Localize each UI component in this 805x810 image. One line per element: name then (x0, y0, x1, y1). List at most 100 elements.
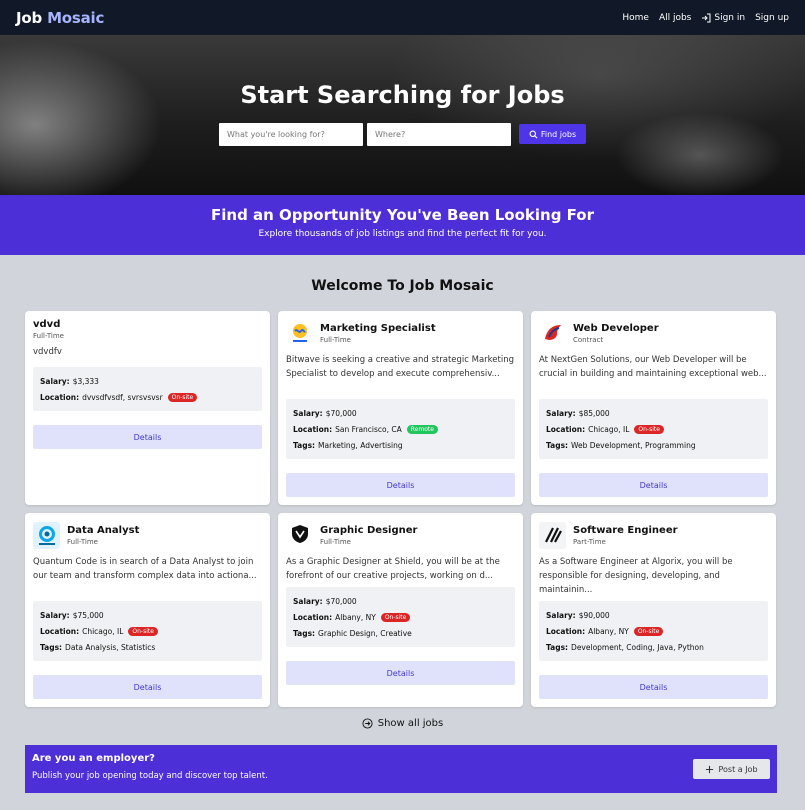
details-button[interactable]: Details (539, 473, 768, 497)
salary-label: Salary: (293, 408, 323, 418)
job-info-box: Salary: $3,333 Location: dvvsdfvsdf, svrsv… (33, 367, 262, 411)
show-all-jobs-link[interactable]: Show all jobs (0, 718, 805, 729)
nav-sign-up-link[interactable]: Sign up (755, 13, 789, 23)
job-description: As a Graphic Designer at Shield, you wil… (286, 557, 500, 581)
location-value: Chicago, IL (588, 424, 630, 434)
job-title: vdvd (33, 319, 61, 330)
location-value: Chicago, IL (82, 626, 124, 636)
find-jobs-button[interactable]: Find jobs (519, 124, 586, 144)
job-info-box: Salary: $90,000 Location: Albany, NY On-sit… (539, 601, 768, 661)
salary-label: Salary: (293, 596, 323, 606)
what-search-input[interactable] (219, 123, 363, 146)
job-card: Software Engineer Part-Time As a Softwar… (531, 513, 776, 707)
post-job-label: Post a Job (718, 764, 758, 774)
hero-section: Start Searching for Jobs Find jobs (0, 35, 805, 195)
where-search-input[interactable] (367, 123, 511, 146)
work-mode-badge: On-site (634, 424, 664, 434)
details-button[interactable]: Details (286, 473, 515, 497)
tags-value: Web Development, Programming (571, 440, 696, 450)
job-description: At NextGen Solutions, our Web Developer … (539, 355, 767, 379)
banner-subtitle: Explore thousands of job listings and fi… (258, 229, 547, 239)
details-button[interactable]: Details (33, 425, 262, 449)
tags-value: Data Analysis, Statistics (65, 642, 156, 652)
nav-home-link[interactable]: Home (622, 13, 649, 23)
work-mode-badge: Remote (406, 424, 438, 434)
location-label: Location: (293, 424, 333, 434)
job-description: Quantum Code is in search of a Data Anal… (33, 557, 257, 581)
salary-value: $70,000 (325, 596, 357, 606)
job-card: Data Analyst Full-Time Quantum Code is i… (25, 513, 270, 707)
location-value: dvvsdfvsdf, svrsvsvsr (82, 392, 163, 402)
salary-value: $85,000 (578, 408, 610, 418)
job-info-box: Salary: $70,000 Location: Albany, NY On-sit… (286, 587, 515, 647)
job-title: Data Analyst (67, 524, 140, 536)
brand-logo[interactable]: Job Mosaic (16, 9, 104, 27)
job-type: Full-Time (320, 335, 351, 344)
sign-in-label: Sign in (714, 12, 746, 23)
work-mode-badge: On-site (633, 626, 664, 636)
brand-word-mosaic: Mosaic (47, 8, 105, 27)
details-button[interactable]: Details (286, 661, 515, 685)
hero-title: Start Searching for Jobs (240, 81, 565, 109)
location-label: Location: (40, 392, 80, 402)
job-info-box: Salary: $70,000 Location: San Francisco, C… (286, 399, 515, 459)
tags-label: Tags: (40, 642, 63, 652)
job-type: Full-Time (320, 537, 351, 546)
arrow-circle-right-icon (362, 718, 373, 729)
details-button[interactable]: Details (33, 675, 262, 699)
plus-icon (706, 765, 714, 773)
salary-label: Salary: (546, 408, 576, 418)
job-title: Software Engineer (573, 524, 678, 536)
job-card: vdvd Full-Time vdvdfv Salary: $3,333 Loca… (25, 311, 270, 505)
tags-label: Tags: (546, 642, 569, 652)
work-mode-badge: On-site (380, 612, 411, 622)
tags-label: Tags: (293, 628, 316, 638)
welcome-heading: Welcome To Job Mosaic (311, 278, 494, 294)
employer-title: Are you an employer? (32, 753, 155, 764)
job-description: As a Software Engineer at Algorix, you w… (539, 557, 733, 595)
job-info-box: Salary: $75,000 Location: Chicago, IL On-si… (33, 601, 262, 661)
salary-value: $3,333 (72, 376, 99, 386)
job-type: Part-Time (573, 537, 606, 546)
algorix-logo-icon (539, 521, 566, 549)
details-button[interactable]: Details (539, 675, 768, 699)
top-nav: Job Mosaic Home All jobs Sign in Sign up (0, 0, 805, 35)
salary-label: Salary: (40, 376, 70, 386)
job-card: Web Developer Contract At NextGen Soluti… (531, 311, 776, 505)
post-job-button[interactable]: Post a Job (693, 759, 770, 779)
job-card: Graphic Designer Full-Time As a Graphic … (278, 513, 523, 707)
location-value: Albany, NY (335, 612, 376, 622)
salary-value: $90,000 (578, 610, 610, 620)
job-title: Web Developer (573, 322, 659, 334)
tags-label: Tags: (546, 440, 569, 450)
nav-sign-in-link[interactable]: Sign in (701, 13, 745, 23)
banner-title: Find an Opportunity You've Been Looking … (211, 206, 594, 224)
location-label: Location: (546, 424, 586, 434)
quantum-code-logo-icon (33, 521, 60, 549)
job-type: Contract (573, 335, 604, 344)
salary-value: $70,000 (325, 408, 357, 418)
job-title: Graphic Designer (320, 524, 418, 536)
nav-links: Home All jobs Sign in Sign up (622, 13, 789, 23)
job-description: Bitwave is seeking a creative and strate… (286, 355, 514, 379)
brand-word-job: Job (16, 8, 43, 27)
tags-value: Development, Coding, Java, Python (571, 642, 704, 652)
job-type: Full-Time (33, 332, 64, 340)
employer-cta: Are you an employer? Publish your job op… (25, 745, 777, 793)
bitwave-logo-icon (286, 320, 313, 347)
salary-value: $75,000 (72, 610, 104, 620)
salary-label: Salary: (40, 610, 70, 620)
job-card: Marketing Specialist Full-Time Bitwave i… (278, 311, 523, 505)
shield-logo-icon (286, 522, 313, 549)
search-icon (529, 130, 538, 138)
location-value: San Francisco, CA (335, 424, 402, 434)
employer-subtitle: Publish your job opening today and disco… (32, 771, 268, 781)
location-value: Albany, NY (588, 626, 629, 636)
tags-label: Tags: (293, 440, 316, 450)
search-bar: Find jobs (219, 123, 586, 146)
tags-value: Marketing, Advertising (318, 440, 403, 450)
location-label: Location: (546, 626, 586, 636)
show-all-label: Show all jobs (377, 718, 444, 729)
nav-all-jobs-link[interactable]: All jobs (659, 13, 691, 23)
salary-label: Salary: (546, 610, 576, 620)
